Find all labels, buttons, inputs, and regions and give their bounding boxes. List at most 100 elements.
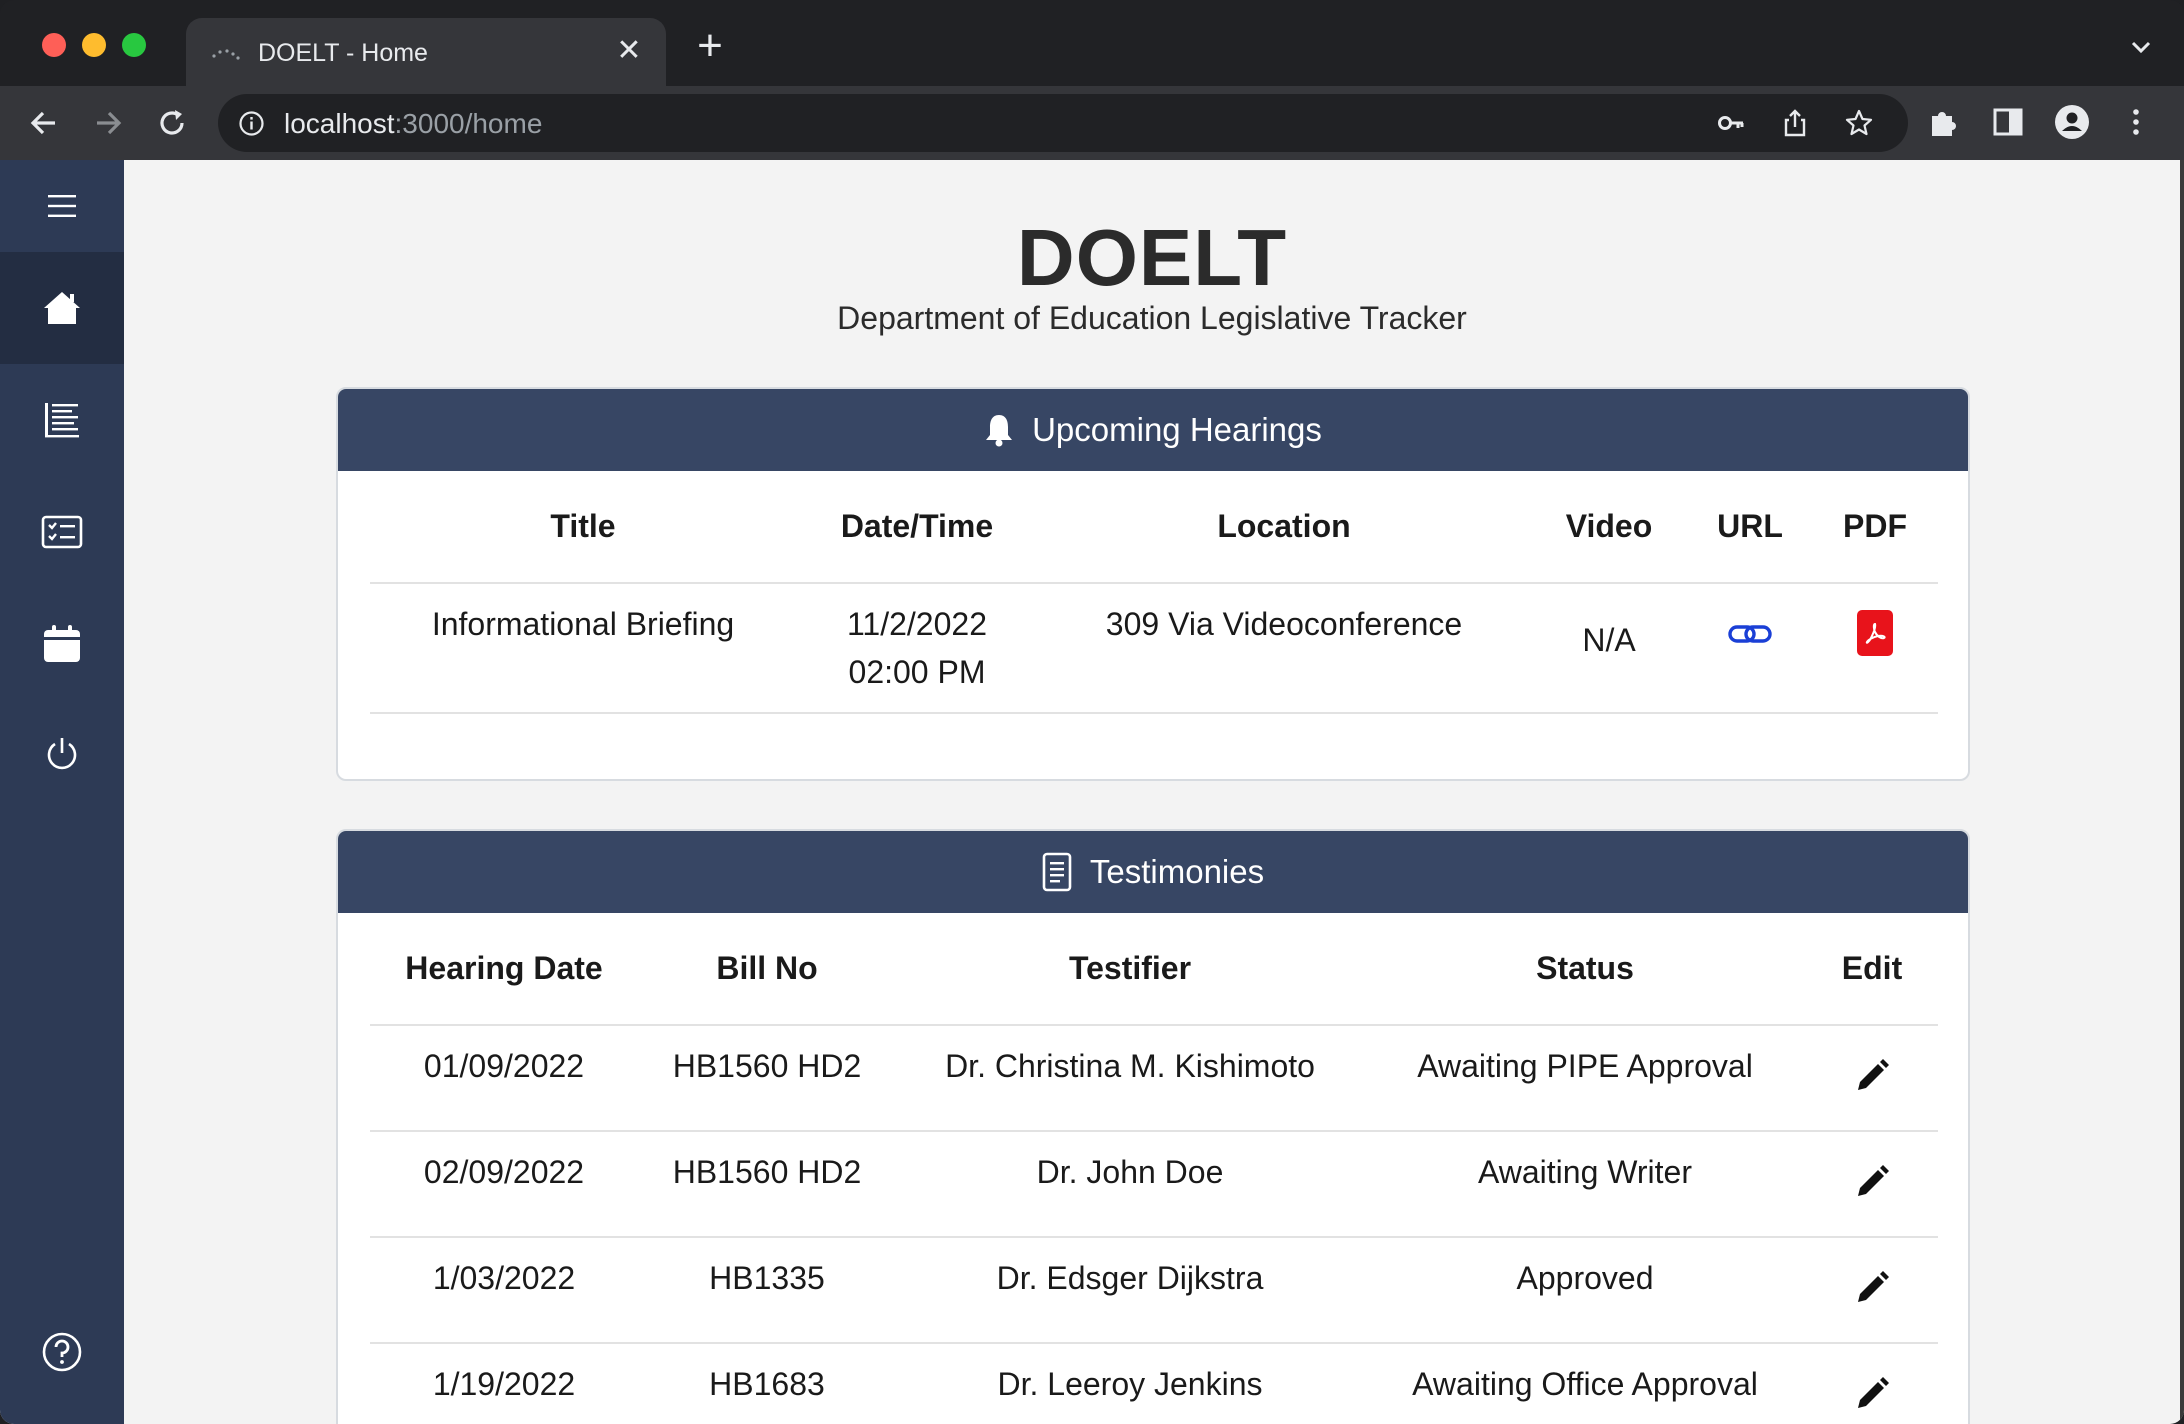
testimony-status: Awaiting PIPE Approval [1364,1025,1806,1132]
reload-icon[interactable] [153,104,191,142]
new-tab-button[interactable]: + [690,24,730,68]
testimony-testifier: Dr. John Doe [896,1131,1364,1238]
link-icon[interactable] [1728,622,1772,646]
sidebar-item-help[interactable] [0,1296,124,1408]
app-viewport: DOELT Department of Education Legislativ… [0,160,2184,1424]
maximize-window-button[interactable] [122,33,146,57]
table-row: 02/09/2022 HB1560 HD2 Dr. John Doe Await… [370,1131,1938,1238]
checklist-icon [41,515,83,549]
bookmark-star-icon[interactable] [1844,108,1874,138]
sidebar-item-testimonies[interactable] [0,476,124,588]
tab-title: DOELT - Home [258,39,428,67]
hamburger-icon [48,195,76,217]
hearing-pdf-cell [1812,583,1938,714]
bell-icon [986,415,1013,447]
testimony-status: Approved [1364,1237,1806,1344]
testimony-status: Awaiting Office Approval [1364,1343,1806,1424]
browser-window: DOELT - Home ✕ + localhost:3000/home DOE… [0,0,2184,1424]
side-panel-icon[interactable] [1990,104,2026,140]
testimony-date: 1/03/2022 [370,1237,638,1344]
page-title: DOELT [1016,213,1288,302]
calendar-icon [44,625,80,662]
card-header-title: Upcoming Hearings [1032,411,1322,448]
window-edge [2180,160,2184,1424]
profile-avatar-icon[interactable] [2054,104,2090,140]
pencil-edit-icon[interactable] [1854,1376,1890,1412]
edit-cell [1806,1343,1938,1424]
extensions-icon[interactable] [1926,104,1962,140]
column-header-testifier[interactable]: Testifier [896,913,1364,1026]
column-header-datetime[interactable]: Date/Time [796,471,1038,584]
address-bar[interactable]: localhost:3000/home [218,94,1908,152]
testimonies-card: Testimonies Hearing Date Bill No Testifi… [336,829,1970,1424]
sidebar-item-bills[interactable] [0,364,124,476]
share-icon[interactable] [1780,108,1810,138]
card-header: Testimonies [338,831,1968,913]
hearings-table: Title Date/Time Location Video URL PDF I… [370,471,1938,714]
column-header-pdf[interactable]: PDF [1812,471,1938,584]
forward-arrow-icon[interactable] [89,104,127,142]
card-header: Upcoming Hearings [338,389,1968,471]
testimony-bill: HB1683 [638,1343,896,1424]
column-header-video[interactable]: Video [1530,471,1688,584]
pdf-icon[interactable] [1857,610,1893,656]
hearing-location: 309 Via Videoconference [1038,583,1530,714]
column-header-edit[interactable]: Edit [1806,913,1938,1026]
table-row: 1/03/2022 HB1335 Dr. Edsger Dijkstra App… [370,1237,1938,1344]
favicon-icon [212,49,240,60]
column-header-location[interactable]: Location [1038,471,1530,584]
help-icon [42,1332,82,1372]
hearing-title: Informational Briefing [370,583,796,714]
sidebar [0,160,124,1424]
sidebar-menu-toggle[interactable] [0,160,124,252]
home-icon [44,292,80,324]
url-text: localhost:3000/home [284,108,543,139]
column-header-hearing-date[interactable]: Hearing Date [370,913,638,1026]
list-icon [45,403,79,438]
table-header-row: Title Date/Time Location Video URL PDF [370,471,1938,584]
pencil-edit-icon[interactable] [1854,1270,1890,1306]
column-header-bill-no[interactable]: Bill No [638,913,896,1026]
sidebar-item-home[interactable] [0,252,124,364]
minimize-window-button[interactable] [82,33,106,57]
upcoming-hearings-card: Upcoming Hearings Title Date/Time Locati… [336,387,1970,781]
pencil-edit-icon[interactable] [1854,1058,1890,1094]
browser-tab[interactable]: DOELT - Home ✕ [186,18,666,86]
testimony-date: 1/19/2022 [370,1343,638,1424]
hearing-video: N/A [1530,583,1688,714]
back-arrow-icon[interactable] [25,104,63,142]
testimonies-table: Hearing Date Bill No Testifier Status Ed… [370,913,1938,1424]
testimony-testifier: Dr. Edsger Dijkstra [896,1237,1364,1344]
table-header-row: Hearing Date Bill No Testifier Status Ed… [370,913,1938,1026]
table-row: Informational Briefing 11/2/2022 02:00 PM… [370,583,1938,714]
tab-bar: DOELT - Home ✕ + [0,0,2184,86]
tab-close-icon[interactable]: ✕ [612,34,646,68]
site-info-icon[interactable] [238,110,265,137]
table-row: 01/09/2022 HB1560 HD2 Dr. Christina M. K… [370,1025,1938,1132]
card-header-title: Testimonies [1089,853,1265,890]
testimony-date: 02/09/2022 [370,1131,638,1238]
column-header-title[interactable]: Title [370,471,796,584]
column-header-url[interactable]: URL [1688,471,1812,584]
close-window-button[interactable] [42,33,66,57]
main-content: DOELT Department of Education Legislativ… [124,160,2180,1424]
browser-menu-icon[interactable] [2118,104,2154,140]
sidebar-item-calendar[interactable] [0,588,124,700]
key-icon[interactable] [1716,108,1746,138]
sidebar-item-logout[interactable] [0,698,124,810]
tab-search-chevron-icon[interactable] [2128,34,2154,60]
testimony-bill: HB1560 HD2 [638,1131,896,1238]
table-row: 1/19/2022 HB1683 Dr. Leeroy Jenkins Awai… [370,1343,1938,1424]
power-icon [47,738,77,770]
column-header-status[interactable]: Status [1364,913,1806,1026]
testimony-status: Awaiting Writer [1364,1131,1806,1238]
edit-cell [1806,1025,1938,1132]
hearing-date: 11/2/2022 [847,606,987,642]
browser-toolbar: localhost:3000/home [0,86,2184,160]
testimony-testifier: Dr. Christina M. Kishimoto [896,1025,1364,1132]
pencil-edit-icon[interactable] [1854,1164,1890,1200]
testimony-testifier: Dr. Leeroy Jenkins [896,1343,1364,1424]
testimony-date: 01/09/2022 [370,1025,638,1132]
testimony-bill: HB1335 [638,1237,896,1344]
hearing-url-cell [1688,583,1812,714]
